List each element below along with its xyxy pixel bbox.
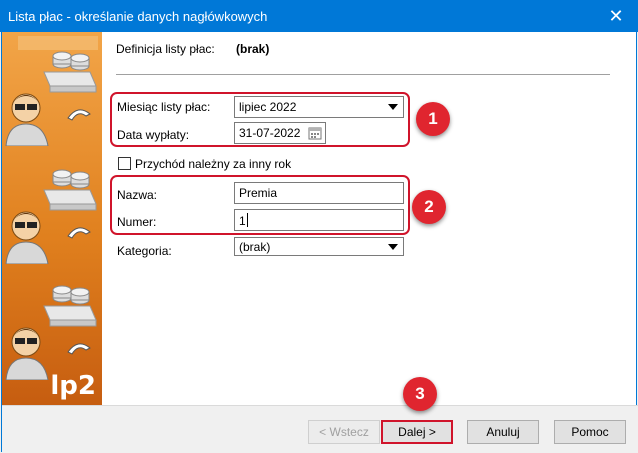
calendar-icon[interactable]	[308, 126, 322, 140]
cancel-button[interactable]: Anuluj	[467, 420, 539, 444]
dialog: lp2 Definicja listy płac: (brak) Miesiąc…	[1, 32, 638, 452]
month-value: lipiec 2022	[239, 100, 297, 114]
button-bar: < Wstecz Dalej > Anuluj Pomoc	[2, 405, 638, 452]
category-label: Kategoria:	[117, 244, 172, 258]
number-label: Numer:	[117, 215, 157, 229]
window-title: Lista płac - określanie danych nagłówkow…	[8, 9, 268, 24]
chevron-down-icon[interactable]	[388, 244, 398, 250]
next-button[interactable]: Dalej >	[381, 420, 453, 444]
payout-date-field[interactable]: 31-07-2022	[234, 122, 326, 144]
app-logo: lp2	[50, 371, 96, 401]
payroll-illustration-icon	[5, 36, 98, 146]
name-field[interactable]: Premia	[234, 182, 404, 204]
text-caret	[246, 213, 248, 227]
back-button[interactable]: < Wstecz	[308, 420, 380, 444]
chevron-down-icon[interactable]	[388, 104, 398, 110]
name-label: Nazwa:	[117, 188, 158, 202]
payout-date-value: 31-07-2022	[239, 126, 301, 140]
definition-value: (brak)	[236, 42, 270, 56]
close-icon[interactable]: ✕	[594, 0, 638, 32]
separator	[116, 74, 610, 75]
number-field[interactable]: 1	[234, 209, 404, 231]
step-badge-2: 2	[412, 190, 446, 224]
name-value: Premia	[239, 186, 278, 200]
category-value: (brak)	[239, 240, 271, 254]
title-bar: Lista płac - określanie danych nagłówkow…	[0, 0, 638, 32]
wizard-sidebar: lp2	[2, 32, 102, 405]
step-badge-3: 3	[403, 377, 437, 411]
month-label: Miesiąc listy płac:	[117, 100, 211, 114]
definition-label: Definicja listy płac:	[116, 42, 215, 56]
other-year-checkbox[interactable]	[118, 157, 131, 170]
payroll-illustration-icon	[5, 169, 97, 264]
payout-date-label: Data wypłaty:	[117, 128, 190, 142]
payroll-illustration-icon	[5, 285, 97, 380]
wizard-content: Definicja listy płac: (brak) Miesiąc lis…	[102, 32, 638, 405]
help-button[interactable]: Pomoc	[554, 420, 626, 444]
month-select[interactable]: lipiec 2022	[234, 96, 404, 118]
number-value: 1	[239, 214, 246, 228]
other-year-label: Przychód należny za inny rok	[135, 157, 292, 171]
step-badge-1: 1	[416, 102, 450, 136]
category-select[interactable]: (brak)	[234, 237, 404, 256]
